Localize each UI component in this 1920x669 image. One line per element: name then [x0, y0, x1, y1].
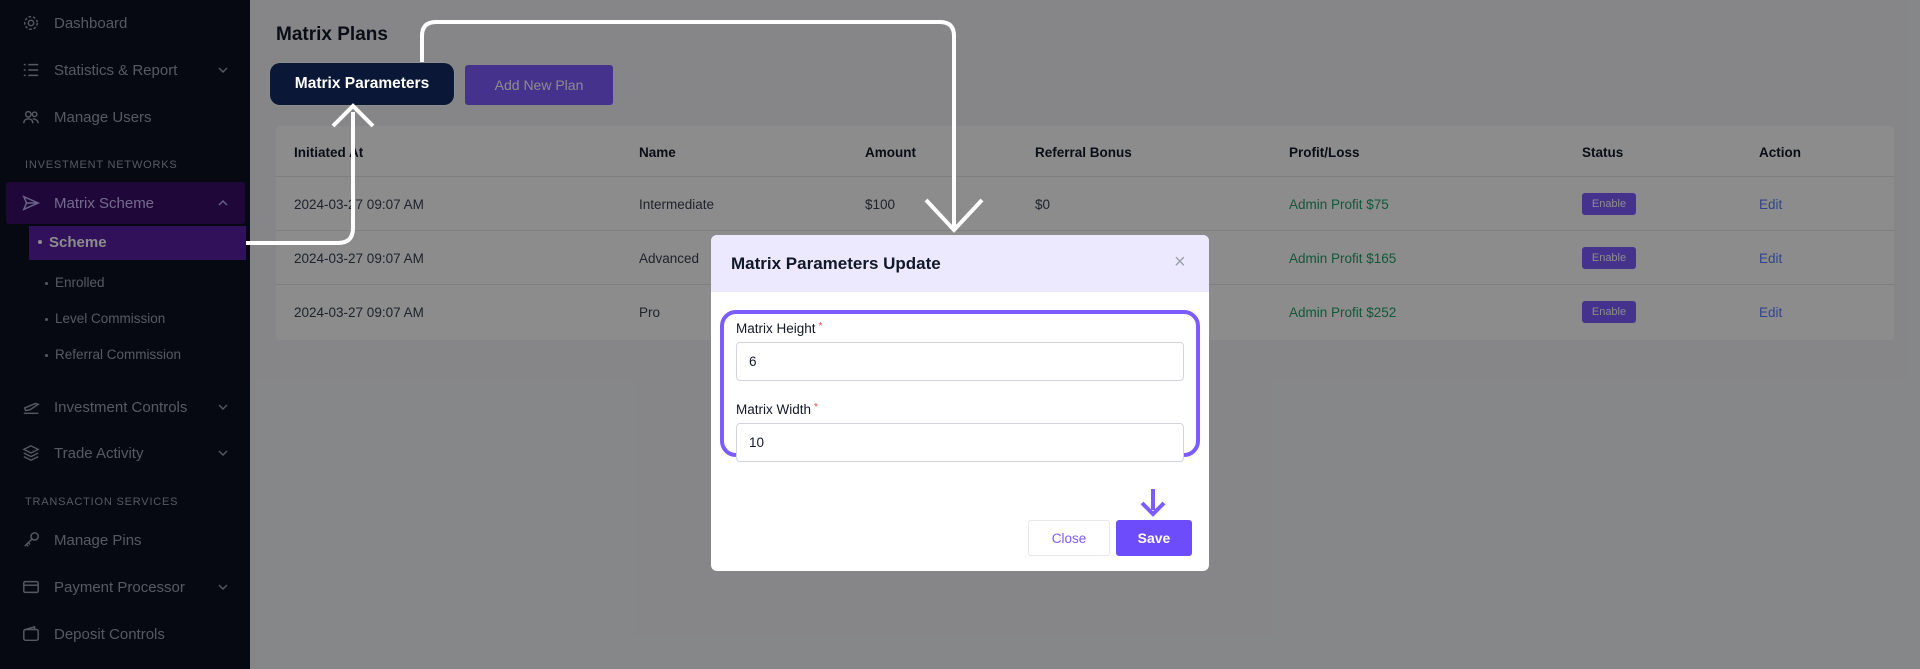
arrow-scheme-to-button	[246, 112, 355, 245]
arrow-button-to-modal	[420, 20, 956, 228]
annotation-arrows	[246, 20, 1166, 517]
